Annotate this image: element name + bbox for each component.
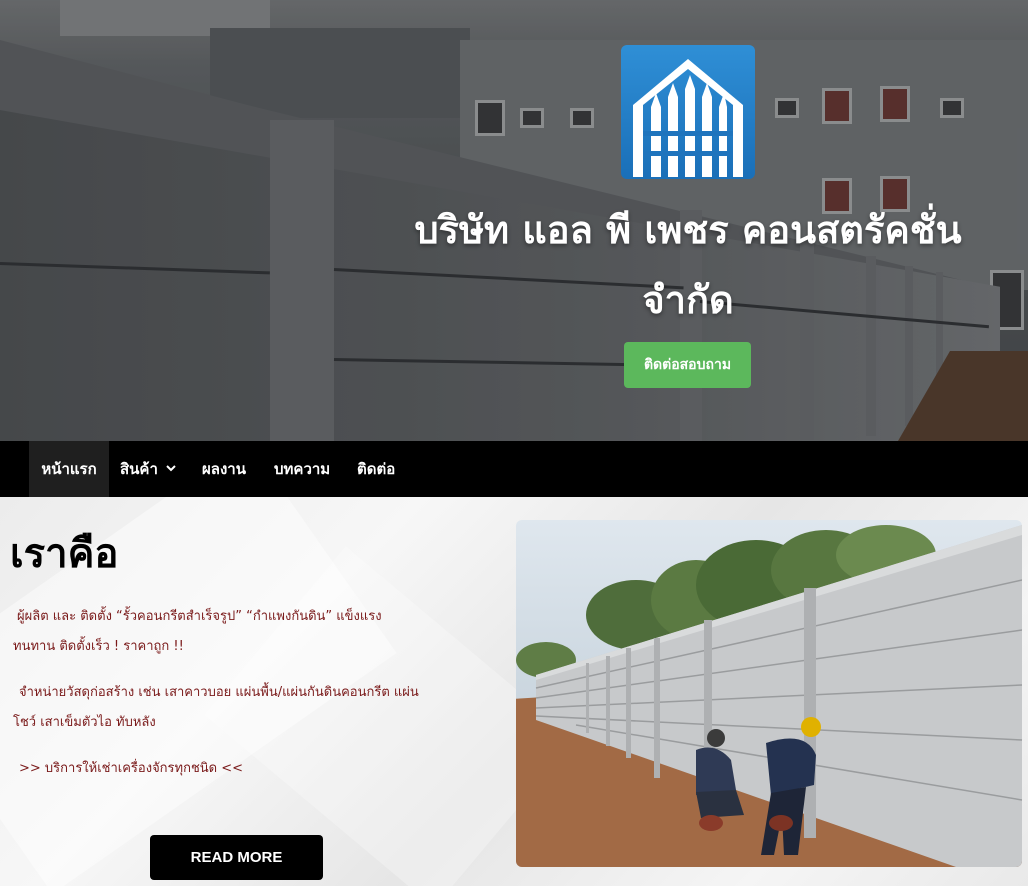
about-section: เราคือ ผู้ผลิต และ ติดตั้ง “รั้วคอนกรีตส… <box>0 497 1028 886</box>
about-paragraph-2-line2: โชว์ เสาเข็มตัวไอ ทับหลัง <box>13 715 156 730</box>
about-title: เราคือ <box>10 531 119 577</box>
nav-item-label: ติดต่อ <box>357 460 396 478</box>
company-name-line1: บริษัท แอล พี เพชร คอนสตรัคชั่น <box>414 208 962 252</box>
nav-item-label: สินค้า <box>120 460 158 478</box>
nav-item-contact[interactable]: ติดต่อ <box>347 441 405 497</box>
company-name-heading: บริษัท แอล พี เพชร คอนสตรัคชั่น จำกัด <box>360 195 1016 335</box>
about-paragraph-3: >> บริการให้เช่าเครื่องจักรทุกชนิด << <box>19 761 244 776</box>
fence-house-icon <box>633 59 743 177</box>
about-paragraph-2-line1: จำหน่ายวัสดุก่อสร้าง เช่น เสาคาวบอย แผ่น… <box>19 685 419 700</box>
nav-item-label: บทความ <box>274 460 331 478</box>
about-paragraph-2: จำหน่ายวัสดุก่อสร้าง เช่น เสาคาวบอย แผ่น… <box>13 678 503 738</box>
read-more-button[interactable]: READ MORE <box>150 835 323 880</box>
main-nav: หน้าแรก สินค้า ผลงาน บทความ ติดต่อ <box>0 441 1028 497</box>
company-name-line2: จำกัด <box>642 278 734 322</box>
nav-item-products[interactable]: สินค้า <box>110 441 186 497</box>
about-paragraph-1: ผู้ผลิต และ ติดตั้ง “รั้วคอนกรีตสำเร็จรู… <box>13 602 503 662</box>
worker-figure <box>761 717 821 855</box>
nav-item-label: หน้าแรก <box>41 460 97 478</box>
fence-installation-photo <box>516 520 1022 867</box>
nav-item-portfolio[interactable]: ผลงาน <box>192 441 256 497</box>
nav-item-home[interactable]: หน้าแรก <box>29 441 109 497</box>
chevron-down-icon <box>166 464 176 475</box>
hero-banner: บริษัท แอล พี เพชร คอนสตรัคชั่น จำกัด ติ… <box>0 0 1028 441</box>
about-paragraph-1-line1: ผู้ผลิต และ ติดตั้ง “รั้วคอนกรีตสำเร็จรู… <box>17 609 382 624</box>
nav-item-articles[interactable]: บทความ <box>264 441 340 497</box>
about-paragraph-1-line2: ทนทาน ติดตั้งเร็ว ! ราคาถูก !! <box>13 639 184 654</box>
nav-item-label: ผลงาน <box>202 460 246 478</box>
company-logo[interactable] <box>621 45 755 179</box>
contact-cta-button[interactable]: ติดต่อสอบถาม <box>624 342 751 388</box>
